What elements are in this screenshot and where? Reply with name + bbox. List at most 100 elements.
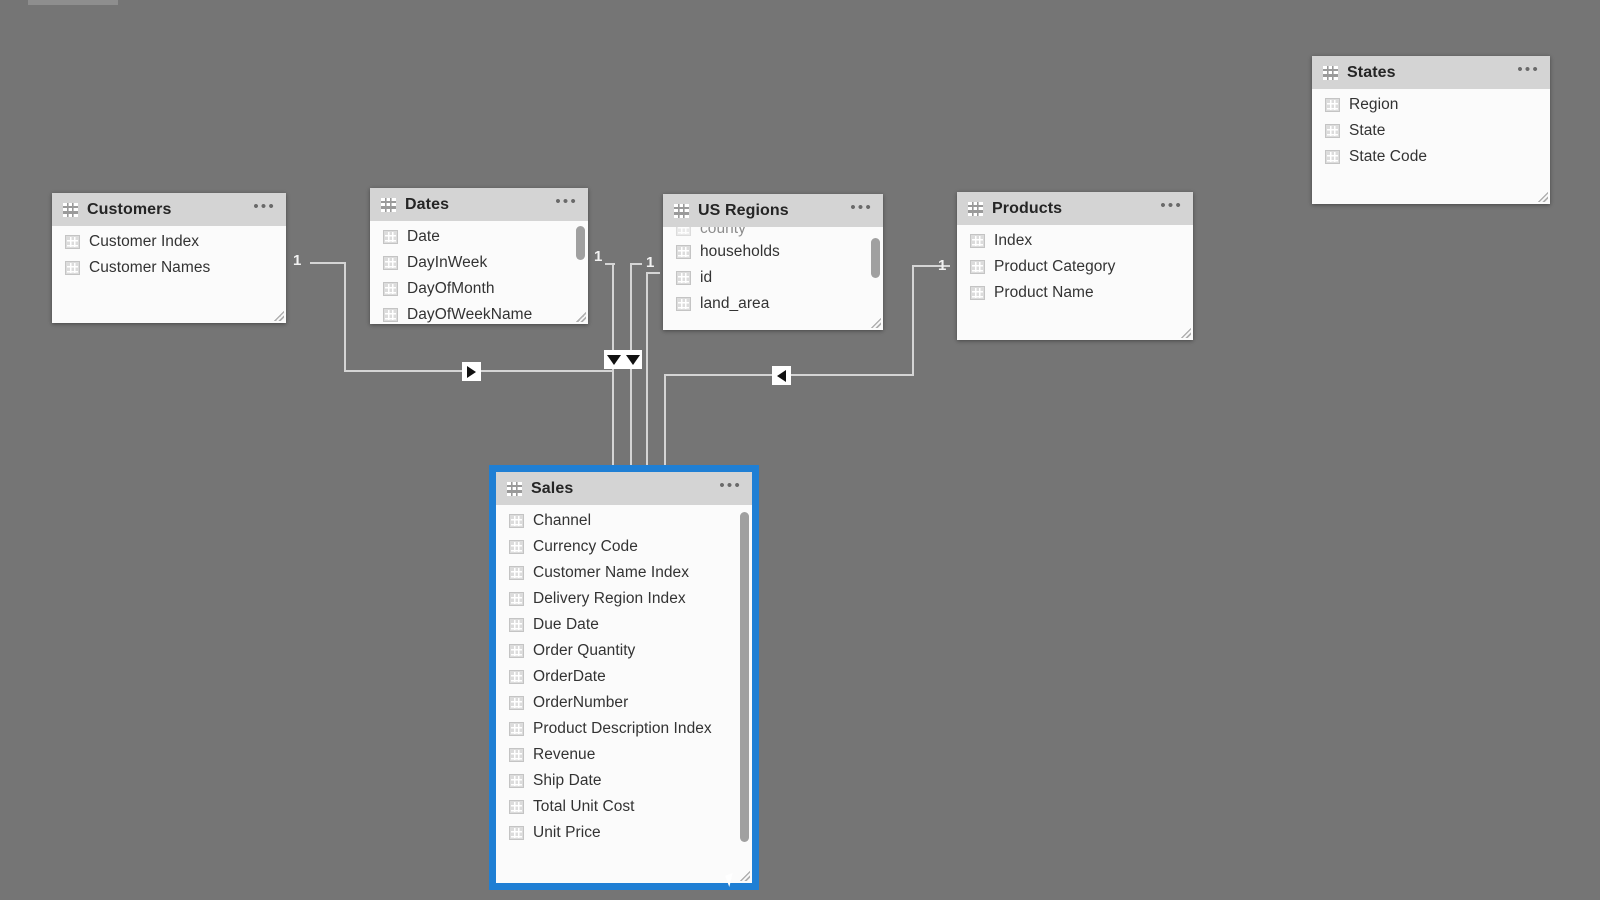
field-grid-icon: [509, 748, 524, 762]
cardinality-label-usregions: 1: [646, 254, 655, 271]
table-card-products[interactable]: Products ••• Index Product Category Prod…: [957, 192, 1193, 340]
table-header-products[interactable]: Products •••: [957, 192, 1193, 225]
field-grid-icon: [509, 566, 524, 580]
field-row[interactable]: Currency Code: [496, 534, 752, 560]
table-card-customers[interactable]: Customers ••• Customer Index Customer Na…: [52, 193, 286, 323]
vertical-scrollbar-sales[interactable]: [740, 512, 749, 842]
field-row[interactable]: Customer Name Index: [496, 560, 752, 586]
more-options-ellipsis[interactable]: •••: [253, 199, 276, 217]
relationship-line-products-v2: [664, 374, 666, 466]
field-grid-icon: [509, 774, 524, 788]
field-label: Channel: [533, 512, 592, 529]
field-row[interactable]: Channel: [496, 508, 752, 534]
table-title-customers: Customers: [87, 200, 172, 218]
resize-grip[interactable]: [274, 311, 284, 321]
field-row[interactable]: DayInWeek: [370, 250, 588, 276]
field-grid-icon: [1325, 124, 1340, 138]
vertical-scrollbar-us-regions[interactable]: [871, 238, 880, 278]
field-row[interactable]: Order Quantity: [496, 638, 752, 664]
relationship-marker-products[interactable]: [772, 366, 791, 385]
model-view-canvas[interactable]: 1 1 1 1 Customers ••• Customer Index Cus…: [0, 0, 1600, 900]
more-options-ellipsis[interactable]: •••: [719, 478, 742, 496]
field-grid-icon: [509, 670, 524, 684]
table-header-states[interactable]: States •••: [1312, 56, 1550, 89]
more-options-ellipsis[interactable]: •••: [555, 194, 578, 212]
field-row[interactable]: DayOfMonth: [370, 276, 588, 302]
field-grid-icon: [509, 826, 524, 840]
field-row[interactable]: Unit Price: [496, 820, 752, 846]
field-grid-icon: [509, 800, 524, 814]
field-label: Product Name: [994, 284, 1094, 301]
field-label: households: [700, 243, 780, 260]
table-title-sales: Sales: [531, 479, 574, 497]
table-header-dates[interactable]: Dates •••: [370, 188, 588, 221]
field-row[interactable]: Product Name: [957, 280, 1193, 306]
table-title-dates: Dates: [405, 195, 450, 213]
table-header-sales[interactable]: Sales •••: [496, 472, 752, 505]
field-list-sales: Channel Currency Code Customer Name Inde…: [496, 505, 752, 883]
field-row[interactable]: land_area: [663, 291, 883, 317]
field-row[interactable]: Ship Date: [496, 768, 752, 794]
arrow-down-icon-2: [625, 354, 640, 365]
table-card-states[interactable]: States ••• Region State State Code: [1312, 56, 1550, 204]
field-row[interactable]: State: [1312, 118, 1550, 144]
field-row[interactable]: State Code: [1312, 144, 1550, 170]
field-row[interactable]: Region: [1312, 92, 1550, 118]
field-grid-icon: [383, 256, 398, 270]
field-row[interactable]: Customer Names: [52, 255, 286, 281]
field-label: Order Quantity: [533, 642, 636, 659]
arrow-left-icon: [777, 369, 786, 382]
field-row[interactable]: households: [663, 239, 883, 265]
field-grid-icon: [509, 722, 524, 736]
resize-grip[interactable]: [740, 871, 750, 881]
field-grid-icon: [383, 308, 398, 322]
resize-grip[interactable]: [871, 318, 881, 328]
field-label: Customer Index: [89, 233, 200, 250]
field-list-states: Region State State Code: [1312, 89, 1550, 204]
field-row[interactable]: id: [663, 265, 883, 291]
field-grid-icon: [509, 540, 524, 554]
field-row[interactable]: OrderDate: [496, 664, 752, 690]
relationship-marker-customers[interactable]: [462, 362, 481, 381]
table-card-sales[interactable]: Sales ••• Channel Currency Code Customer…: [496, 472, 752, 883]
field-row[interactable]: Product Description Index: [496, 716, 752, 742]
more-options-ellipsis[interactable]: •••: [1517, 62, 1540, 80]
resize-grip[interactable]: [1181, 328, 1191, 338]
field-grid-icon: [509, 696, 524, 710]
relationship-marker-usregions[interactable]: [623, 350, 642, 369]
resize-grip[interactable]: [576, 312, 586, 322]
field-label: county: [700, 227, 746, 237]
field-row[interactable]: Total Unit Cost: [496, 794, 752, 820]
field-grid-icon: [383, 230, 398, 244]
table-title-us-regions: US Regions: [698, 201, 789, 219]
field-row[interactable]: Due Date: [496, 612, 752, 638]
field-label: Due Date: [533, 616, 599, 633]
more-options-ellipsis[interactable]: •••: [850, 200, 873, 218]
field-row[interactable]: Product Category: [957, 254, 1193, 280]
field-label: id: [700, 269, 713, 286]
table-header-customers[interactable]: Customers •••: [52, 193, 286, 226]
field-row[interactable]: DayOfWeekName: [370, 302, 588, 324]
relationship-marker-dates[interactable]: [604, 350, 623, 369]
table-header-us-regions[interactable]: US Regions •••: [663, 194, 883, 227]
field-row[interactable]: Index: [957, 228, 1193, 254]
table-card-sales-selection[interactable]: Sales ••• Channel Currency Code Customer…: [489, 465, 759, 890]
field-label: Date: [407, 228, 440, 245]
field-row[interactable]: Customer Index: [52, 229, 286, 255]
table-title-states: States: [1347, 63, 1396, 81]
field-row[interactable]: Delivery Region Index: [496, 586, 752, 612]
field-row[interactable]: Date: [370, 224, 588, 250]
resize-grip[interactable]: [1538, 192, 1548, 202]
table-card-dates[interactable]: Dates ••• Date DayInWeek DayOfMonth DayO…: [370, 188, 588, 324]
relationship-line-customers-v: [344, 262, 346, 372]
field-grid-icon: [509, 644, 524, 658]
table-card-us-regions[interactable]: US Regions ••• county households id land…: [663, 194, 883, 330]
field-row[interactable]: OrderNumber: [496, 690, 752, 716]
more-options-ellipsis[interactable]: •••: [1160, 198, 1183, 216]
relationship-line-customers-h1: [310, 262, 346, 264]
table-grid-icon: [63, 202, 78, 217]
relationship-line-products-v: [912, 265, 914, 375]
field-row[interactable]: county: [663, 227, 883, 239]
field-row[interactable]: Revenue: [496, 742, 752, 768]
vertical-scrollbar-dates[interactable]: [576, 226, 585, 260]
